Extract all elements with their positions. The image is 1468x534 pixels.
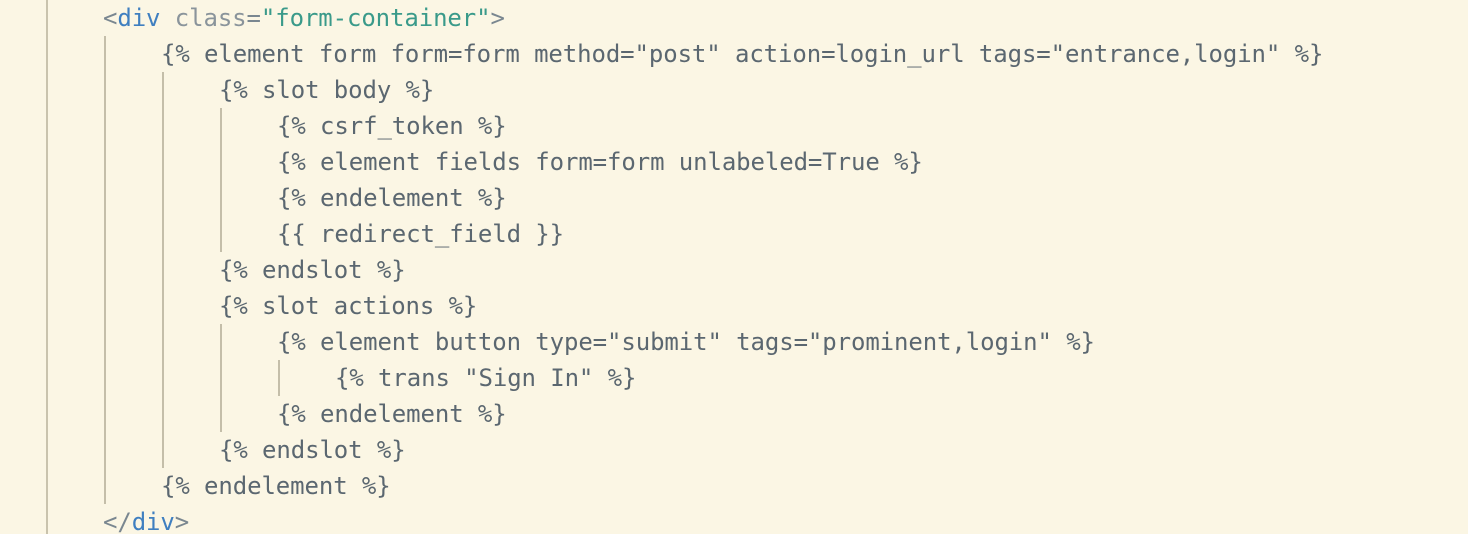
code-token-tag: div: [131, 508, 175, 534]
code-line[interactable]: {{ redirect_field }}: [277, 216, 564, 252]
code-token-code: {% element form form=form method="post" …: [161, 40, 1324, 68]
code-editor[interactable]: <div class="form-container"> {% element f…: [0, 0, 1468, 534]
code-token-code: {% slot body %}: [219, 76, 435, 104]
code-line[interactable]: {% endelement %}: [277, 396, 507, 432]
gutter-border: [46, 0, 48, 534]
code-line[interactable]: {% slot actions %}: [219, 288, 477, 324]
code-token-attr: class: [174, 4, 247, 32]
code-line[interactable]: {% endslot %}: [219, 432, 406, 468]
indent-guide: [104, 36, 106, 504]
code-token-eq: =: [246, 4, 261, 32]
code-line[interactable]: {% endslot %}: [219, 252, 406, 288]
code-line[interactable]: {% element button type="submit" tags="pr…: [277, 324, 1095, 360]
code-token-code: {% endelement %}: [277, 184, 507, 212]
indent-guide: [220, 108, 222, 252]
code-token-code: {% csrf_token %}: [277, 112, 507, 140]
code-token-bracket: >: [490, 4, 505, 32]
code-line[interactable]: {% endelement %}: [277, 180, 507, 216]
code-token-code: {% trans "Sign In" %}: [335, 364, 637, 392]
code-token-bracket: <: [103, 4, 118, 32]
code-line[interactable]: {% element form form=form method="post" …: [161, 36, 1323, 72]
code-token-bracket: >: [174, 508, 190, 534]
indent-guide: [278, 360, 280, 396]
code-line[interactable]: {% element fields form=form unlabeled=Tr…: [277, 144, 923, 180]
code-line[interactable]: <div class="form-container">: [103, 0, 505, 36]
code-token-bracket: </: [103, 508, 132, 534]
code-token-code: {% element fields form=form unlabeled=Tr…: [277, 148, 923, 176]
code-token-code: {% endslot %}: [219, 436, 406, 464]
code-token-code: {% endelement %}: [277, 400, 507, 428]
code-token-code: {% endslot %}: [219, 256, 406, 284]
code-token-code: [160, 4, 174, 32]
code-line[interactable]: </div>: [103, 504, 189, 534]
code-line[interactable]: {% slot body %}: [219, 72, 434, 108]
code-token-str: "form-container": [260, 4, 491, 32]
indent-guide: [220, 324, 222, 432]
indent-guide: [162, 72, 164, 468]
code-token-code: {% element button type="submit" tags="pr…: [277, 328, 1095, 356]
code-line[interactable]: {% trans "Sign In" %}: [335, 360, 636, 396]
code-token-tag: div: [117, 4, 161, 32]
code-token-code: {% endelement %}: [161, 472, 391, 500]
code-line[interactable]: {% endelement %}: [161, 468, 391, 504]
code-token-code: {% slot actions %}: [219, 292, 478, 320]
code-token-code: {{ redirect_field }}: [277, 220, 564, 248]
code-line[interactable]: {% csrf_token %}: [277, 108, 507, 144]
